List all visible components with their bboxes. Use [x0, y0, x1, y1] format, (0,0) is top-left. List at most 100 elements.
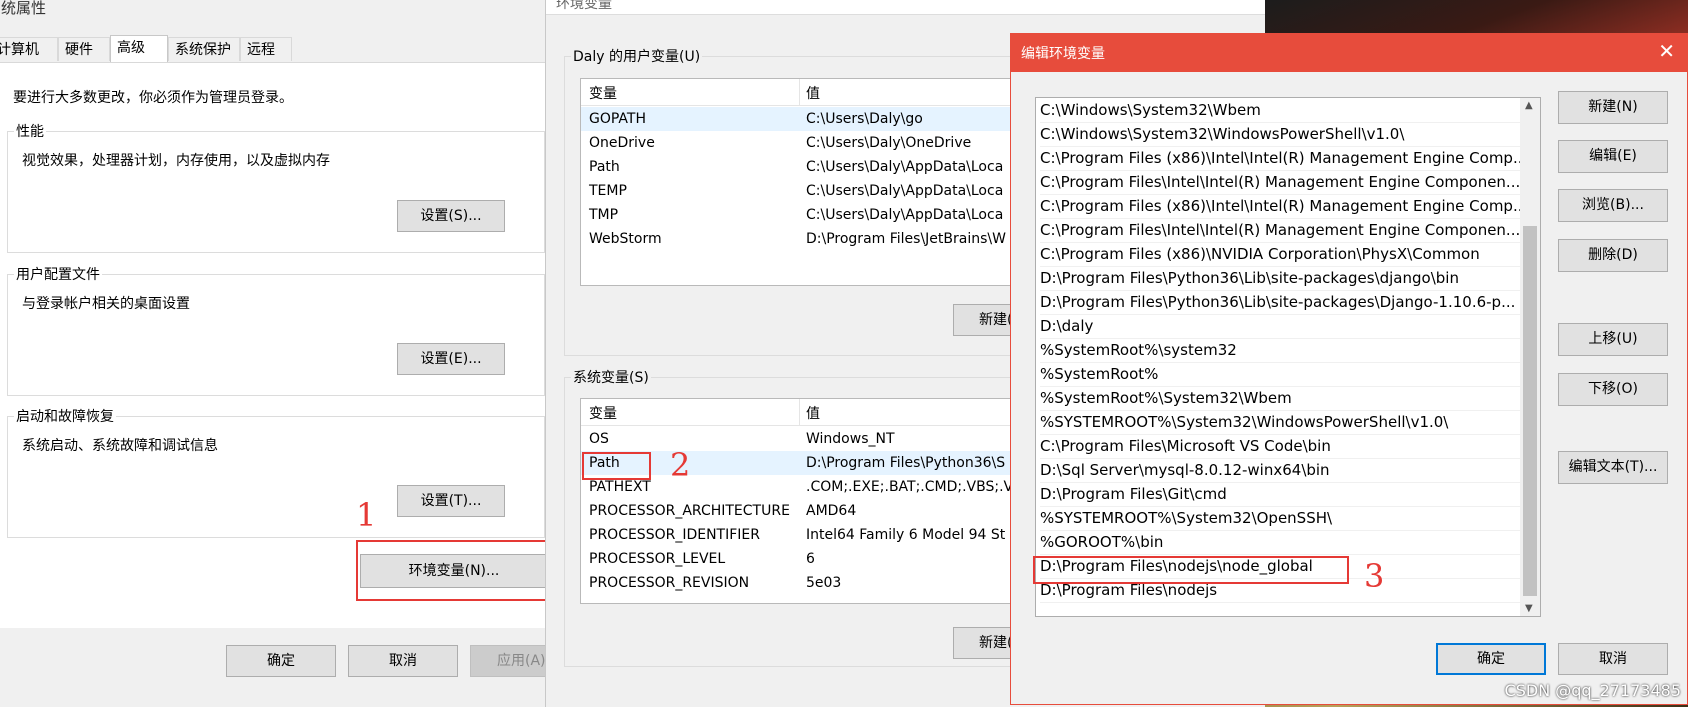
- performance-desc: 视觉效果，处理器计划，内存使用，以及虚拟内存: [22, 153, 330, 169]
- var-value: .COM;.EXE;.BAT;.CMD;.VBS;.V: [806, 479, 1014, 495]
- system-variables-label: 系统变量(S): [571, 367, 651, 387]
- performance-group: 性能 视觉效果，处理器计划，内存使用，以及虚拟内存 设置(S)...: [7, 121, 545, 253]
- col-value[interactable]: 值: [806, 83, 820, 103]
- tab-computer-name[interactable]: 计算机名: [0, 37, 58, 82]
- user-variables-label: Daly 的用户变量(U): [571, 46, 703, 66]
- user-profiles-group: 用户配置文件 与登录帐户相关的桌面设置 设置(E)...: [7, 264, 545, 396]
- var-name: TEMP: [589, 183, 627, 199]
- close-icon[interactable]: ✕: [1658, 39, 1675, 63]
- var-name: TMP: [589, 207, 619, 223]
- admin-note: 要进行大多数更改，你必须作为管理员登录。: [13, 90, 293, 106]
- path-list[interactable]: C:\Windows\System32\Wbem C:\Windows\Syst…: [1035, 97, 1541, 617]
- list-item[interactable]: C:\Program Files (x86)\NVIDIA Corporatio…: [1040, 242, 1540, 267]
- delete-path-button[interactable]: 删除(D): [1558, 239, 1668, 272]
- edit-environment-variable-dialog: 编辑环境变量 ✕ C:\Windows\System32\Wbem C:\Win…: [1010, 33, 1688, 705]
- system-properties-window: 系统属性 计算机名 硬件 高级 系统保护 远程 要进行大多数更改，你必须作为管理…: [0, 0, 563, 707]
- list-item[interactable]: D:\Sql Server\mysql-8.0.12-winx64\bin: [1040, 458, 1540, 483]
- startup-recovery-settings-button[interactable]: 设置(T)...: [397, 485, 505, 517]
- list-item[interactable]: D:\Program Files\Python36\Lib\site-packa…: [1040, 290, 1540, 315]
- edit-cancel-button[interactable]: 取消: [1558, 643, 1668, 675]
- scroll-thumb[interactable]: [1523, 226, 1537, 596]
- performance-settings-button[interactable]: 设置(S)...: [397, 200, 505, 232]
- var-value: 6: [806, 551, 815, 567]
- annotation-3: 3: [1364, 557, 1385, 595]
- var-name: PROCESSOR_LEVEL: [589, 551, 726, 567]
- highlight-node-global: [1033, 556, 1349, 584]
- list-item[interactable]: C:\Windows\System32\Wbem: [1040, 98, 1540, 123]
- highlight-path-row: [582, 452, 651, 480]
- window-title: 系统属性: [0, 0, 47, 17]
- var-value: C:\Users\Daly\AppData\Loca: [806, 159, 1004, 175]
- var-name: OS: [589, 431, 609, 447]
- var-name: Path: [589, 159, 620, 175]
- col-variable[interactable]: 变量: [589, 83, 617, 103]
- list-item[interactable]: %SystemRoot%\system32: [1040, 338, 1540, 363]
- column-divider: [799, 79, 800, 105]
- var-value: D:\Program Files\JetBrains\W: [806, 231, 1006, 247]
- var-name: PROCESSOR_REVISION: [589, 575, 750, 591]
- tab-remote[interactable]: 远程: [240, 37, 292, 61]
- list-item[interactable]: C:\Program Files\Microsoft VS Code\bin: [1040, 434, 1540, 459]
- var-value: 5e03: [806, 575, 842, 591]
- list-item[interactable]: %GOROOT%\bin: [1040, 530, 1540, 555]
- tab-system-protection[interactable]: 系统保护: [168, 37, 240, 61]
- list-item[interactable]: D:\daly: [1040, 314, 1540, 339]
- col-variable[interactable]: 变量: [589, 403, 617, 423]
- path-list-scrollbar[interactable]: ▲ ▼: [1520, 98, 1540, 616]
- user-profiles-settings-button[interactable]: 设置(E)...: [397, 343, 505, 375]
- annotation-1: 1: [356, 496, 377, 534]
- var-value: C:\Users\Daly\go: [806, 111, 923, 127]
- list-item[interactable]: %SYSTEMROOT%\System32\OpenSSH\: [1040, 506, 1540, 531]
- var-value: C:\Users\Daly\AppData\Loca: [806, 207, 1004, 223]
- var-value: D:\Program Files\Python36\S: [806, 455, 1006, 471]
- var-value: C:\Users\Daly\OneDrive: [806, 135, 972, 151]
- new-path-button[interactable]: 新建(N): [1558, 91, 1668, 124]
- col-value[interactable]: 值: [806, 403, 820, 423]
- env-window-title: 环境变量: [556, 0, 612, 12]
- tab-advanced[interactable]: 高级: [110, 35, 168, 63]
- startup-recovery-label: 启动和故障恢复: [14, 406, 116, 426]
- column-divider: [799, 399, 800, 425]
- edit-title-bar: 编辑环境变量 ✕: [1011, 34, 1687, 72]
- ok-button[interactable]: 确定: [226, 645, 336, 677]
- list-item[interactable]: D:\Program Files\Git\cmd: [1040, 482, 1540, 507]
- var-name: WebStorm: [589, 231, 662, 247]
- edit-text-button[interactable]: 编辑文本(T)...: [1558, 451, 1668, 484]
- scroll-down-icon[interactable]: ▼: [1525, 603, 1533, 614]
- startup-recovery-group: 启动和故障恢复 系统启动、系统故障和调试信息 设置(T)...: [7, 406, 545, 538]
- var-name: OneDrive: [589, 135, 655, 151]
- var-value: AMD64: [806, 503, 857, 519]
- csdn-watermark: CSDN @qq_27173485: [1504, 681, 1681, 700]
- var-name: PROCESSOR_ARCHITECTURE: [589, 503, 790, 519]
- edit-ok-button[interactable]: 确定: [1436, 643, 1546, 675]
- scroll-up-icon[interactable]: ▲: [1525, 100, 1533, 111]
- var-value: Intel64 Family 6 Model 94 St: [806, 527, 1006, 543]
- highlight-env-button: [356, 540, 563, 601]
- list-item[interactable]: C:\Program Files (x86)\Intel\Intel(R) Ma…: [1040, 194, 1540, 219]
- env-title-bar: 环境变量: [546, 0, 1266, 15]
- var-name: GOPATH: [589, 111, 646, 127]
- user-profiles-label: 用户配置文件: [14, 264, 102, 284]
- list-item[interactable]: C:\Program Files\Intel\Intel(R) Manageme…: [1040, 170, 1540, 195]
- list-item[interactable]: C:\Windows\System32\WindowsPowerShell\v1…: [1040, 122, 1540, 147]
- var-value: Windows_NT: [806, 431, 895, 447]
- tab-hardware[interactable]: 硬件: [58, 37, 110, 61]
- user-profiles-desc: 与登录帐户相关的桌面设置: [22, 296, 190, 312]
- browse-button[interactable]: 浏览(B)...: [1558, 189, 1668, 222]
- cancel-button[interactable]: 取消: [348, 645, 458, 677]
- edit-path-button[interactable]: 编辑(E): [1558, 140, 1668, 173]
- move-down-button[interactable]: 下移(O): [1558, 373, 1668, 406]
- move-up-button[interactable]: 上移(U): [1558, 323, 1668, 356]
- performance-label: 性能: [14, 121, 46, 141]
- list-item[interactable]: D:\Program Files\Python36\Lib\site-packa…: [1040, 266, 1540, 291]
- list-item[interactable]: %SYSTEMROOT%\System32\WindowsPowerShell\…: [1040, 410, 1540, 435]
- list-item[interactable]: %SystemRoot%: [1040, 362, 1540, 387]
- var-value: C:\Users\Daly\AppData\Loca: [806, 183, 1004, 199]
- startup-recovery-desc: 系统启动、系统故障和调试信息: [22, 438, 218, 454]
- list-item[interactable]: C:\Program Files\Intel\Intel(R) Manageme…: [1040, 218, 1540, 243]
- annotation-2: 2: [670, 446, 691, 484]
- list-item[interactable]: %SystemRoot%\System32\Wbem: [1040, 386, 1540, 411]
- var-name: PROCESSOR_IDENTIFIER: [589, 527, 760, 543]
- edit-window-title: 编辑环境变量: [1021, 46, 1105, 62]
- list-item[interactable]: C:\Program Files (x86)\Intel\Intel(R) Ma…: [1040, 146, 1540, 171]
